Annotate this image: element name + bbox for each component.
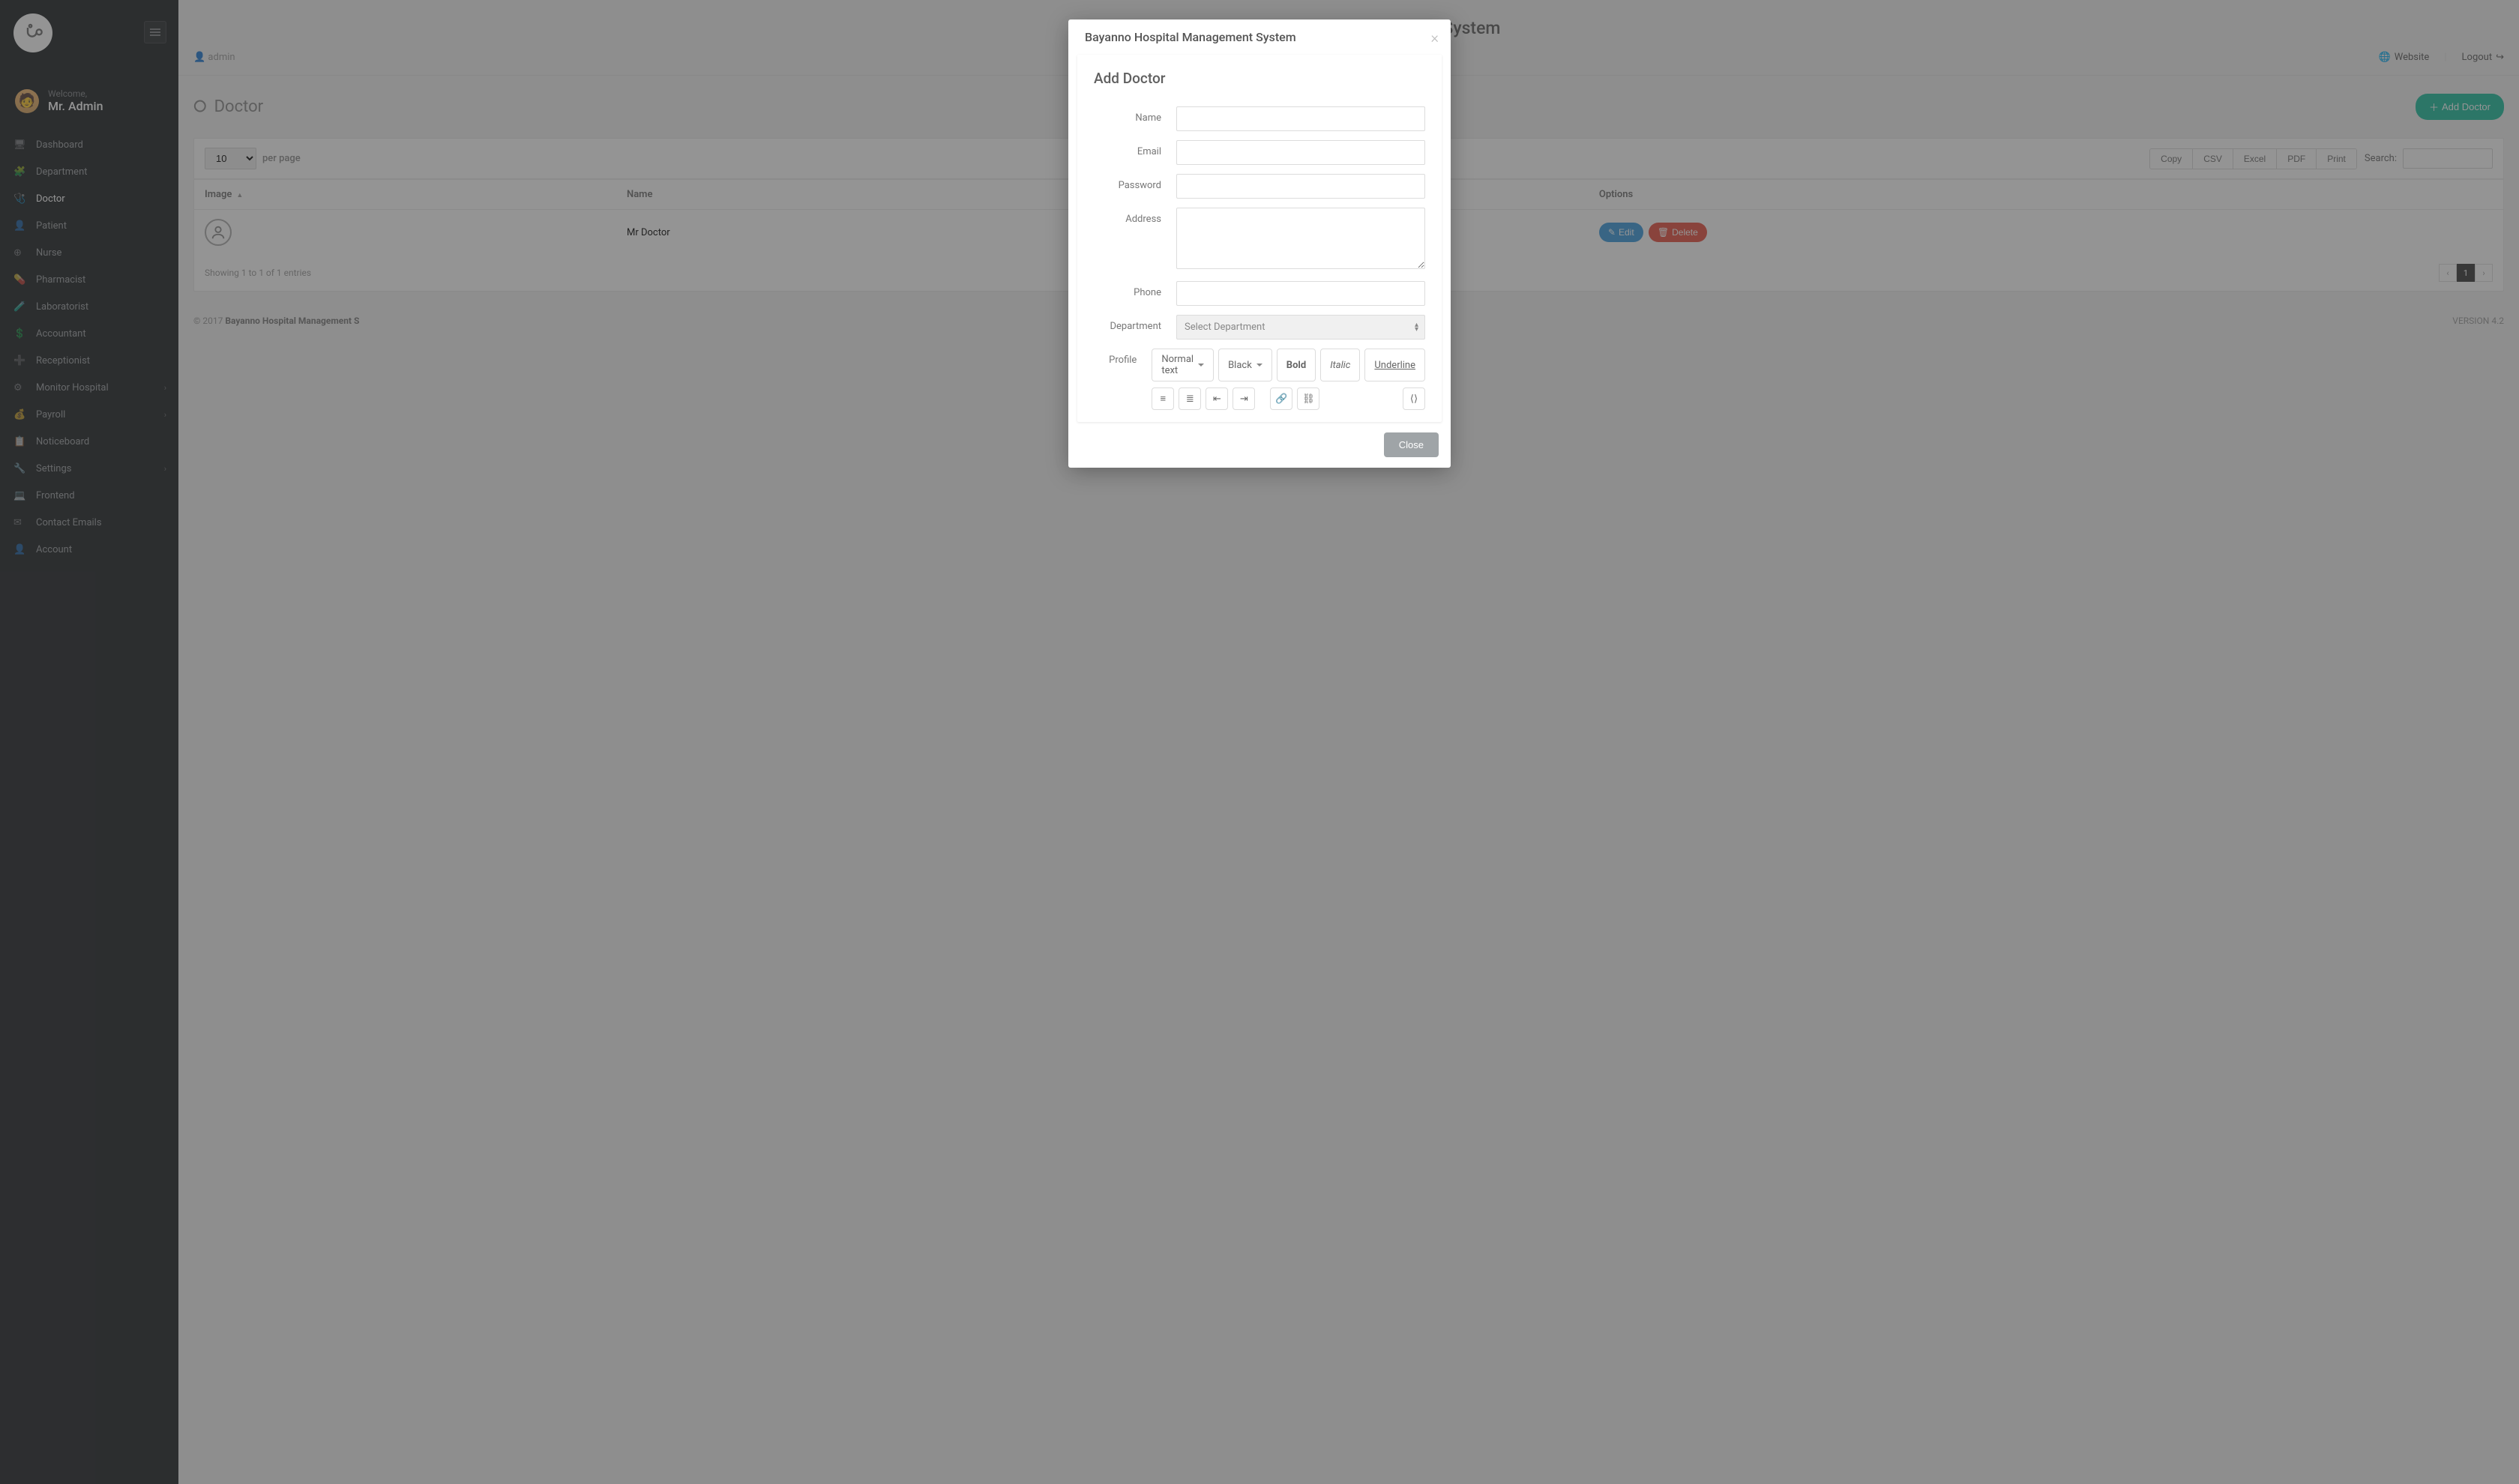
add-doctor-modal: Bayanno Hospital Management System × Add… [1068, 19, 1451, 468]
label-department: Department [1094, 315, 1176, 332]
editor-link-icon[interactable]: 🔗 [1270, 387, 1292, 410]
label-password: Password [1094, 174, 1176, 191]
editor-ol-icon[interactable]: ≣ [1179, 387, 1201, 410]
editor-unlink-icon[interactable]: ⛓ [1297, 387, 1319, 410]
department-select[interactable]: Select Department ▴▾ [1176, 315, 1425, 340]
editor-italic-button[interactable]: Italic [1320, 349, 1360, 381]
editor-underline-button[interactable]: Underline [1364, 349, 1425, 381]
modal-title: Add Doctor [1077, 55, 1442, 102]
label-profile: Profile [1094, 349, 1152, 366]
name-input[interactable] [1176, 106, 1425, 131]
label-phone: Phone [1094, 281, 1176, 298]
editor-color-dropdown[interactable]: Black [1218, 349, 1272, 381]
password-input[interactable] [1176, 174, 1425, 199]
editor-code-icon[interactable]: ⟨⟩ [1403, 387, 1425, 410]
label-address: Address [1094, 208, 1176, 225]
editor-bold-button[interactable]: Bold [1277, 349, 1316, 381]
modal-overlay[interactable]: Bayanno Hospital Management System × Add… [0, 0, 2519, 1484]
editor-ul-icon[interactable]: ≡ [1152, 387, 1174, 410]
caret-down-icon [1257, 364, 1262, 367]
editor-textstyle-dropdown[interactable]: Normal text [1152, 349, 1214, 381]
modal-close-button[interactable]: Close [1384, 432, 1439, 457]
address-textarea[interactable] [1176, 208, 1425, 269]
editor-outdent-icon[interactable]: ⇤ [1206, 387, 1228, 410]
email-input[interactable] [1176, 140, 1425, 165]
phone-input[interactable] [1176, 281, 1425, 306]
select-arrow-icon: ▴▾ [1415, 323, 1417, 332]
caret-down-icon [1198, 364, 1204, 367]
label-name: Name [1094, 106, 1176, 124]
modal-header: Bayanno Hospital Management System × [1068, 19, 1451, 55]
modal-close-icon[interactable]: × [1431, 28, 1439, 46]
editor-indent-icon[interactable]: ⇥ [1233, 387, 1255, 410]
label-email: Email [1094, 140, 1176, 157]
